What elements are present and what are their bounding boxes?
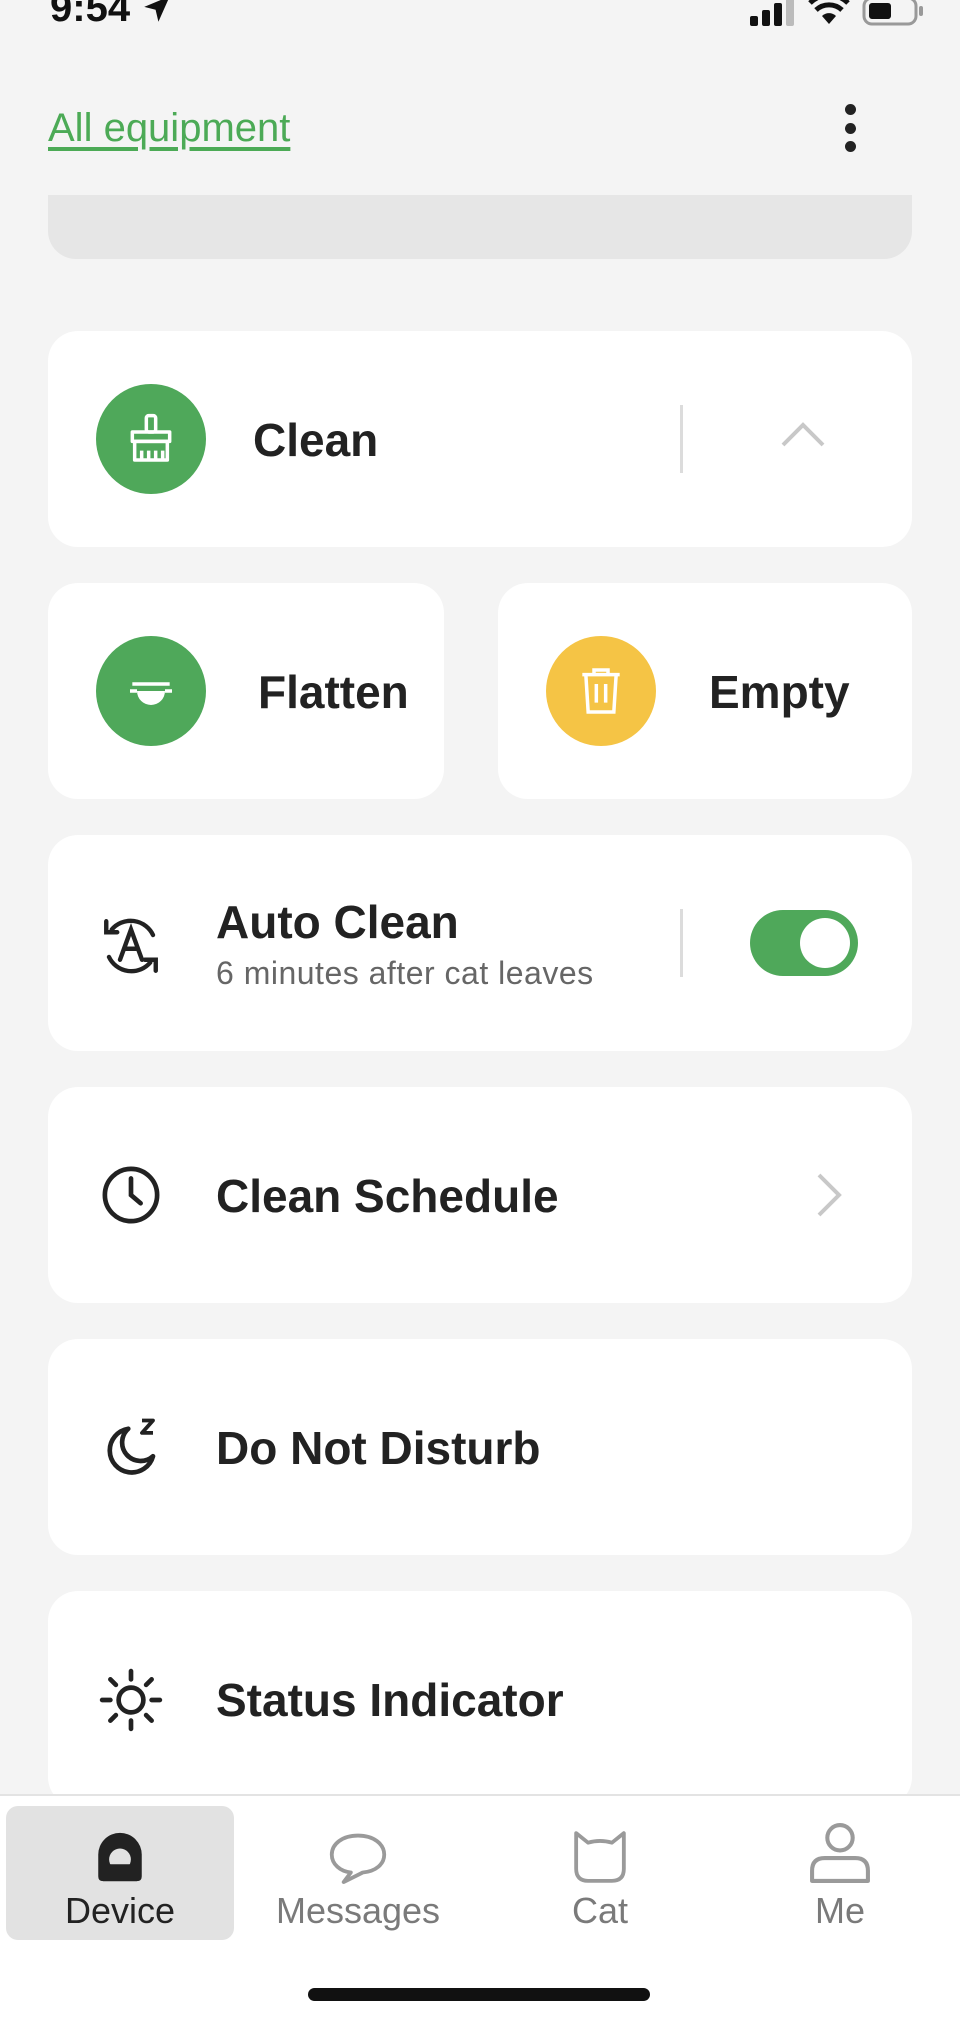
do-not-disturb-card[interactable]: Do Not Disturb <box>48 1339 912 1555</box>
empty-button[interactable] <box>546 636 656 746</box>
divider <box>680 909 683 977</box>
auto-clean-icon <box>104 918 158 974</box>
auto-clean-toggle[interactable] <box>750 910 858 976</box>
clean-card[interactable]: Clean <box>48 331 912 547</box>
cat-icon <box>574 1831 626 1883</box>
device-icon <box>98 1832 142 1882</box>
nav-me-label: Me <box>814 1890 865 1931</box>
nav-device[interactable]: Device <box>6 1806 234 1940</box>
location-arrow-icon <box>144 0 168 22</box>
all-equipment-link[interactable]: All equipment <box>48 106 290 151</box>
more-options-icon[interactable] <box>838 104 862 152</box>
broom-icon <box>130 413 172 462</box>
signal-icon <box>750 0 794 26</box>
auto-clean-title: Auto Clean <box>216 896 459 948</box>
nav-messages[interactable]: Messages <box>244 1806 472 1940</box>
auto-clean-card: Auto Clean 6 minutes after cat leaves <box>48 835 912 1051</box>
battery-icon <box>862 0 923 26</box>
top-banner <box>48 195 912 259</box>
wifi-icon <box>808 0 850 24</box>
nav-device-label: Device <box>64 1890 176 1931</box>
status-indicator-card[interactable]: Status Indicator <box>48 1591 912 1807</box>
clean-button[interactable] <box>96 384 206 494</box>
flatten-card[interactable]: Flatten <box>48 583 444 799</box>
auto-clean-subtitle: 6 minutes after cat leaves <box>216 955 594 991</box>
clean-schedule-label: Clean Schedule <box>216 1170 559 1222</box>
empty-label: Empty <box>709 666 850 718</box>
do-not-disturb-label: Do Not Disturb <box>216 1422 541 1474</box>
flatten-label: Flatten <box>258 666 409 718</box>
empty-card[interactable]: Empty <box>498 583 912 799</box>
clean-label: Clean <box>253 414 379 466</box>
status-bar-icons <box>750 0 924 26</box>
divider <box>680 405 683 473</box>
nav-cat[interactable]: Cat <box>486 1806 714 1940</box>
message-icon <box>329 1833 387 1884</box>
home-indicator <box>308 1988 650 2001</box>
flatten-icon <box>130 682 172 705</box>
status-indicator-label: Status Indicator <box>216 1674 564 1726</box>
time-text: 9:54 <box>50 0 131 30</box>
nav-me[interactable]: Me <box>726 1806 954 1940</box>
chevron-right-icon <box>817 1173 842 1217</box>
flatten-button[interactable] <box>96 636 206 746</box>
sun-icon <box>99 1668 163 1732</box>
status-bar-time: 9:54 <box>50 0 174 31</box>
moon-sleep-icon <box>107 1418 156 1475</box>
clock-icon <box>102 1166 160 1224</box>
trash-icon <box>582 668 620 714</box>
chevron-up-icon[interactable] <box>780 419 826 449</box>
nav-cat-label: Cat <box>571 1890 629 1931</box>
person-icon <box>810 1823 870 1883</box>
clean-schedule-card[interactable]: Clean Schedule <box>48 1087 912 1303</box>
nav-messages-label: Messages <box>275 1890 441 1931</box>
